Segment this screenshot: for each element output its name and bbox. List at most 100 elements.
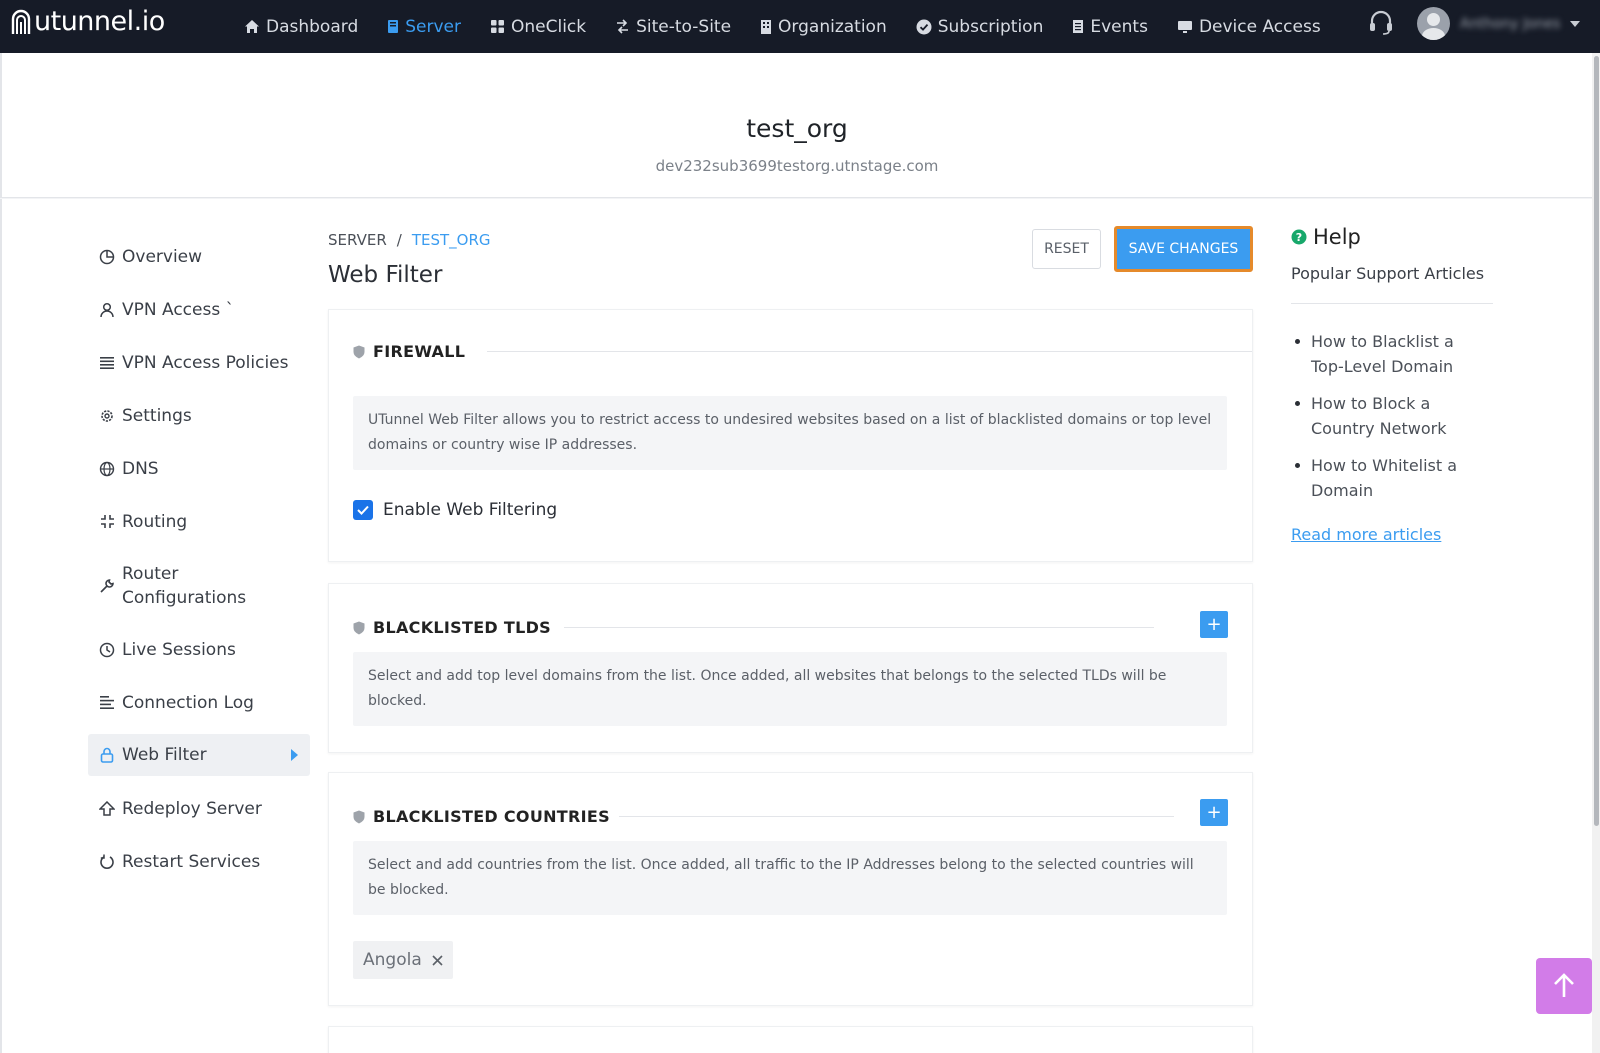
firewall-title-divider [487,351,1252,352]
org-domain: dev232sub3699testorg.utnstage.com [655,157,939,175]
globe-icon [98,461,116,477]
breadcrumb: SERVER / TEST_ORG [328,231,491,249]
sidebar-item-dns[interactable]: DNS [88,442,310,495]
nav-item-dashboard[interactable]: Dashboard [244,17,358,37]
user-icon [98,302,116,318]
org-name: test_org [746,114,848,143]
breadcrumb-current[interactable]: TEST_ORG [412,231,491,249]
firewall-description: UTunnel Web Filter allows you to restric… [353,396,1227,470]
nav-item-site-to-site[interactable]: Site-to-Site [615,17,731,37]
org-header: test_org dev232sub3699testorg.utnstage.c… [0,53,1592,198]
main-nav: Dashboard Server OneClick Site-to-Site O… [244,0,1350,53]
shield-icon [353,621,365,635]
pie-chart-icon [98,249,116,265]
close-icon[interactable] [432,954,443,966]
chevron-right-icon [291,749,298,761]
nav-item-oneclick[interactable]: OneClick [490,17,586,37]
svg-text:?: ? [1296,231,1302,244]
countries-title-divider [619,816,1174,817]
user-name: Anthony Jones [1460,15,1561,32]
sidebar-item-redeploy-server[interactable]: Redeploy Server [88,782,310,835]
list-icon [1072,19,1084,34]
blacklisted-tlds-card: BLACKLISTED TLDS + Select and add top le… [328,583,1253,753]
top-navbar: utunnel.io Dashboard Server OneClick Sit… [0,0,1600,61]
chevron-down-icon [1570,20,1581,27]
redeploy-icon [98,800,116,817]
brand-logo[interactable]: utunnel.io [10,6,165,37]
wrench-icon [98,578,116,594]
page-title: Web Filter [328,262,443,288]
next-card [328,1026,1253,1053]
breadcrumb-server[interactable]: SERVER [328,231,387,249]
building-icon [760,19,772,34]
countries-description: Select and add countries from the list. … [353,841,1227,915]
list-icon [98,356,116,369]
tlds-description: Select and add top level domains from th… [353,652,1227,726]
shield-icon [353,810,365,824]
clock-icon [98,642,116,658]
shield-icon [353,345,365,359]
sidebar-item-live-sessions[interactable]: Live Sessions [88,623,310,676]
tlds-title-divider [564,627,1154,628]
help-divider [1291,303,1493,304]
nav-item-organization[interactable]: Organization [760,17,887,37]
help-article-list: How to Blacklist a Top-Level Domain How … [1291,329,1491,515]
countries-title: BLACKLISTED COUNTRIES [353,807,610,826]
routing-icon [98,514,116,529]
user-menu[interactable]: Anthony Jones [1417,7,1581,40]
gear-icon [98,408,116,424]
nav-item-device-access[interactable]: Device Access [1177,17,1321,37]
country-tag-label: Angola [363,950,422,970]
nav-item-server[interactable]: Server [387,17,461,37]
sidebar-item-router-configurations[interactable]: Router Configurations [88,548,310,623]
server-icon [387,19,399,34]
headset-icon[interactable] [1368,9,1394,41]
help-title: ? Help [1291,225,1361,249]
add-country-button[interactable]: + [1200,799,1228,826]
restart-icon [98,854,116,870]
blacklisted-countries-card: BLACKLISTED COUNTRIES + Select and add c… [328,772,1253,1006]
sidebar-item-routing[interactable]: Routing [88,495,310,548]
enable-web-filtering-label[interactable]: Enable Web Filtering [383,500,557,520]
nav-item-events[interactable]: Events [1072,17,1148,37]
firewall-card: FIREWALL UTunnel Web Filter allows you t… [328,309,1253,562]
log-icon [98,696,116,709]
sidebar-item-settings[interactable]: Settings [88,389,310,442]
scrollbar-thumb[interactable] [1594,56,1599,826]
help-article-link[interactable]: How to Blacklist a Top-Level Domain [1291,329,1491,379]
enable-web-filtering-checkbox[interactable] [353,500,373,520]
sidebar: Overview VPN Access ` VPN Access Policie… [88,230,310,888]
add-tld-button[interactable]: + [1200,611,1228,638]
checkmark-icon [357,505,369,515]
question-circle-icon: ? [1291,229,1307,245]
sidebar-item-vpn-access[interactable]: VPN Access ` [88,283,310,336]
brand-name: utunnel.io [34,6,165,37]
arrows-icon [615,19,630,34]
check-circle-icon [916,19,932,35]
home-icon [244,19,260,34]
tunnel-logo-icon [11,9,31,34]
help-subtitle: Popular Support Articles [1291,264,1485,283]
lock-icon [98,747,116,763]
nav-item-subscription[interactable]: Subscription [916,17,1043,37]
save-changes-button[interactable]: SAVE CHANGES [1114,226,1253,272]
monitor-icon [1177,20,1193,34]
avatar [1417,7,1450,40]
country-tag: Angola [353,941,453,979]
sidebar-item-web-filter[interactable]: Web Filter [88,734,310,776]
enable-web-filtering-row: Enable Web Filtering [353,500,557,520]
sidebar-item-vpn-access-policies[interactable]: VPN Access Policies [88,336,310,389]
arrow-up-icon [1554,973,1574,997]
help-article-link[interactable]: How to Whitelist a Domain [1291,453,1491,503]
back-to-top-button[interactable] [1536,958,1592,1014]
reset-button[interactable]: RESET [1032,229,1101,269]
firewall-title: FIREWALL [353,342,465,361]
grid-icon [490,19,505,34]
help-article-link[interactable]: How to Block a Country Network [1291,391,1491,441]
breadcrumb-separator: / [396,231,402,249]
read-more-link[interactable]: Read more articles [1291,525,1441,544]
sidebar-item-restart-services[interactable]: Restart Services [88,835,310,888]
tlds-title: BLACKLISTED TLDS [353,618,551,637]
sidebar-item-overview[interactable]: Overview [88,230,310,283]
sidebar-item-connection-log[interactable]: Connection Log [88,676,310,729]
